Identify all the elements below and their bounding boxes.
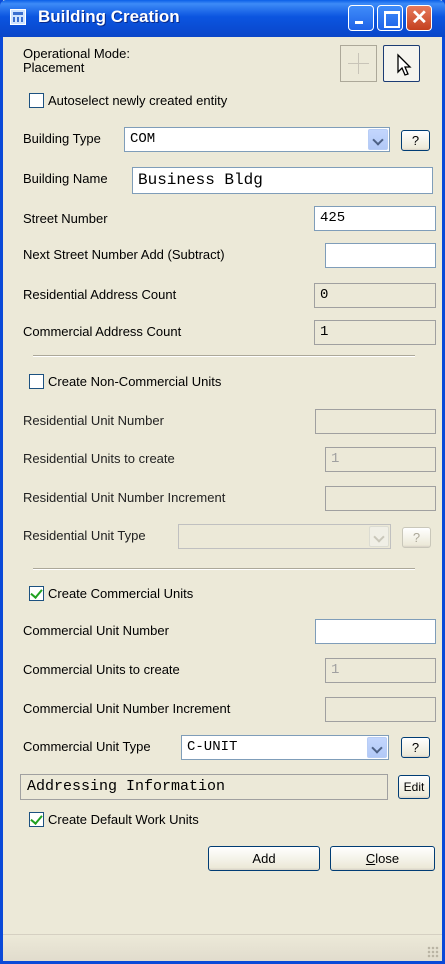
residential-unit-increment-label: Residential Unit Number Increment (23, 490, 226, 505)
chevron-down-icon[interactable] (367, 737, 387, 758)
create-non-commercial-units-checkbox[interactable] (29, 374, 44, 389)
commercial-unit-increment-input[interactable] (325, 697, 436, 722)
add-button[interactable]: Add (208, 846, 320, 871)
close-label-mnemonic: C (365, 851, 376, 866)
commercial-unit-type-value: C-UNIT (187, 739, 238, 755)
building-creation-window: Building Creation ✕ Operational Mode: Pl… (0, 0, 445, 964)
resize-grip-icon[interactable] (427, 946, 439, 958)
create-non-commercial-units-label: Create Non-Commercial Units (48, 374, 222, 389)
select-mode-button[interactable] (383, 45, 420, 82)
commercial-unit-type-label: Commercial Unit Type (23, 739, 151, 754)
create-commercial-units-checkbox[interactable] (29, 586, 44, 601)
create-default-work-units-label: Create Default Work Units (48, 812, 199, 827)
building-name-input[interactable]: Business Bldg (132, 167, 433, 194)
building-name-label: Building Name (23, 171, 108, 186)
operational-mode-value: Placement (23, 60, 85, 75)
street-number-input[interactable]: 425 (314, 206, 436, 231)
close-button[interactable]: Close (330, 846, 435, 871)
divider (33, 355, 415, 357)
next-street-number-input[interactable] (325, 243, 436, 268)
street-number-label: Street Number (23, 211, 108, 226)
building-type-select[interactable]: COM (124, 127, 390, 152)
commercial-unit-increment-label: Commercial Unit Number Increment (23, 701, 231, 716)
maximize-button[interactable] (377, 5, 403, 31)
autoselect-checkbox[interactable] (29, 93, 44, 108)
chevron-down-icon[interactable] (368, 129, 388, 150)
edit-addressing-button[interactable]: Edit (398, 775, 430, 799)
addressing-information-field: Addressing Information (20, 774, 388, 800)
commercial-unit-number-label: Commercial Unit Number (23, 623, 169, 638)
app-icon (10, 9, 26, 25)
minimize-button[interactable] (348, 5, 374, 31)
residential-unit-type-help-button[interactable]: ? (402, 527, 431, 548)
close-label-rest: lose (375, 851, 400, 866)
title-bar[interactable]: Building Creation ✕ (0, 0, 445, 37)
status-bar (3, 934, 442, 961)
next-street-number-label: Next Street Number Add (Subtract) (23, 247, 225, 262)
residential-address-count-field: 0 (314, 283, 436, 308)
building-type-help-button[interactable]: ? (401, 130, 430, 151)
placement-mode-button[interactable] (340, 45, 377, 82)
operational-mode-label: Operational Mode: Placement (23, 47, 130, 75)
close-window-button[interactable]: ✕ (406, 5, 432, 31)
residential-unit-number-input[interactable] (315, 409, 436, 434)
residential-units-to-create-input[interactable]: 1 (325, 447, 436, 472)
divider (33, 568, 415, 570)
residential-unit-type-label: Residential Unit Type (23, 528, 146, 543)
building-type-label: Building Type (23, 131, 101, 146)
commercial-units-to-create-label: Commercial Units to create (23, 662, 180, 677)
chevron-down-icon[interactable] (369, 526, 389, 547)
commercial-address-count-label: Commercial Address Count (23, 324, 182, 339)
building-type-value: COM (130, 131, 156, 147)
residential-unit-type-select[interactable] (178, 524, 391, 549)
residential-address-count-label: Residential Address Count (23, 287, 177, 302)
window-title: Building Creation (38, 7, 180, 26)
operational-mode-title: Operational Mode: (23, 46, 130, 61)
create-commercial-units-label: Create Commercial Units (48, 586, 194, 601)
commercial-unit-type-help-button[interactable]: ? (401, 737, 430, 758)
commercial-unit-type-select[interactable]: C-UNIT (181, 735, 389, 760)
commercial-unit-number-input[interactable] (315, 619, 436, 644)
close-icon: ✕ (411, 7, 428, 29)
create-default-work-units-checkbox[interactable] (29, 812, 44, 827)
residential-unit-number-label: Residential Unit Number (23, 413, 164, 428)
residential-units-to-create-label: Residential Units to create (23, 451, 175, 466)
commercial-units-to-create-input[interactable]: 1 (325, 658, 436, 683)
commercial-address-count-field: 1 (314, 320, 436, 345)
residential-unit-increment-input[interactable] (325, 486, 436, 511)
autoselect-label: Autoselect newly created entity (48, 93, 228, 108)
pointer-icon (397, 53, 412, 76)
